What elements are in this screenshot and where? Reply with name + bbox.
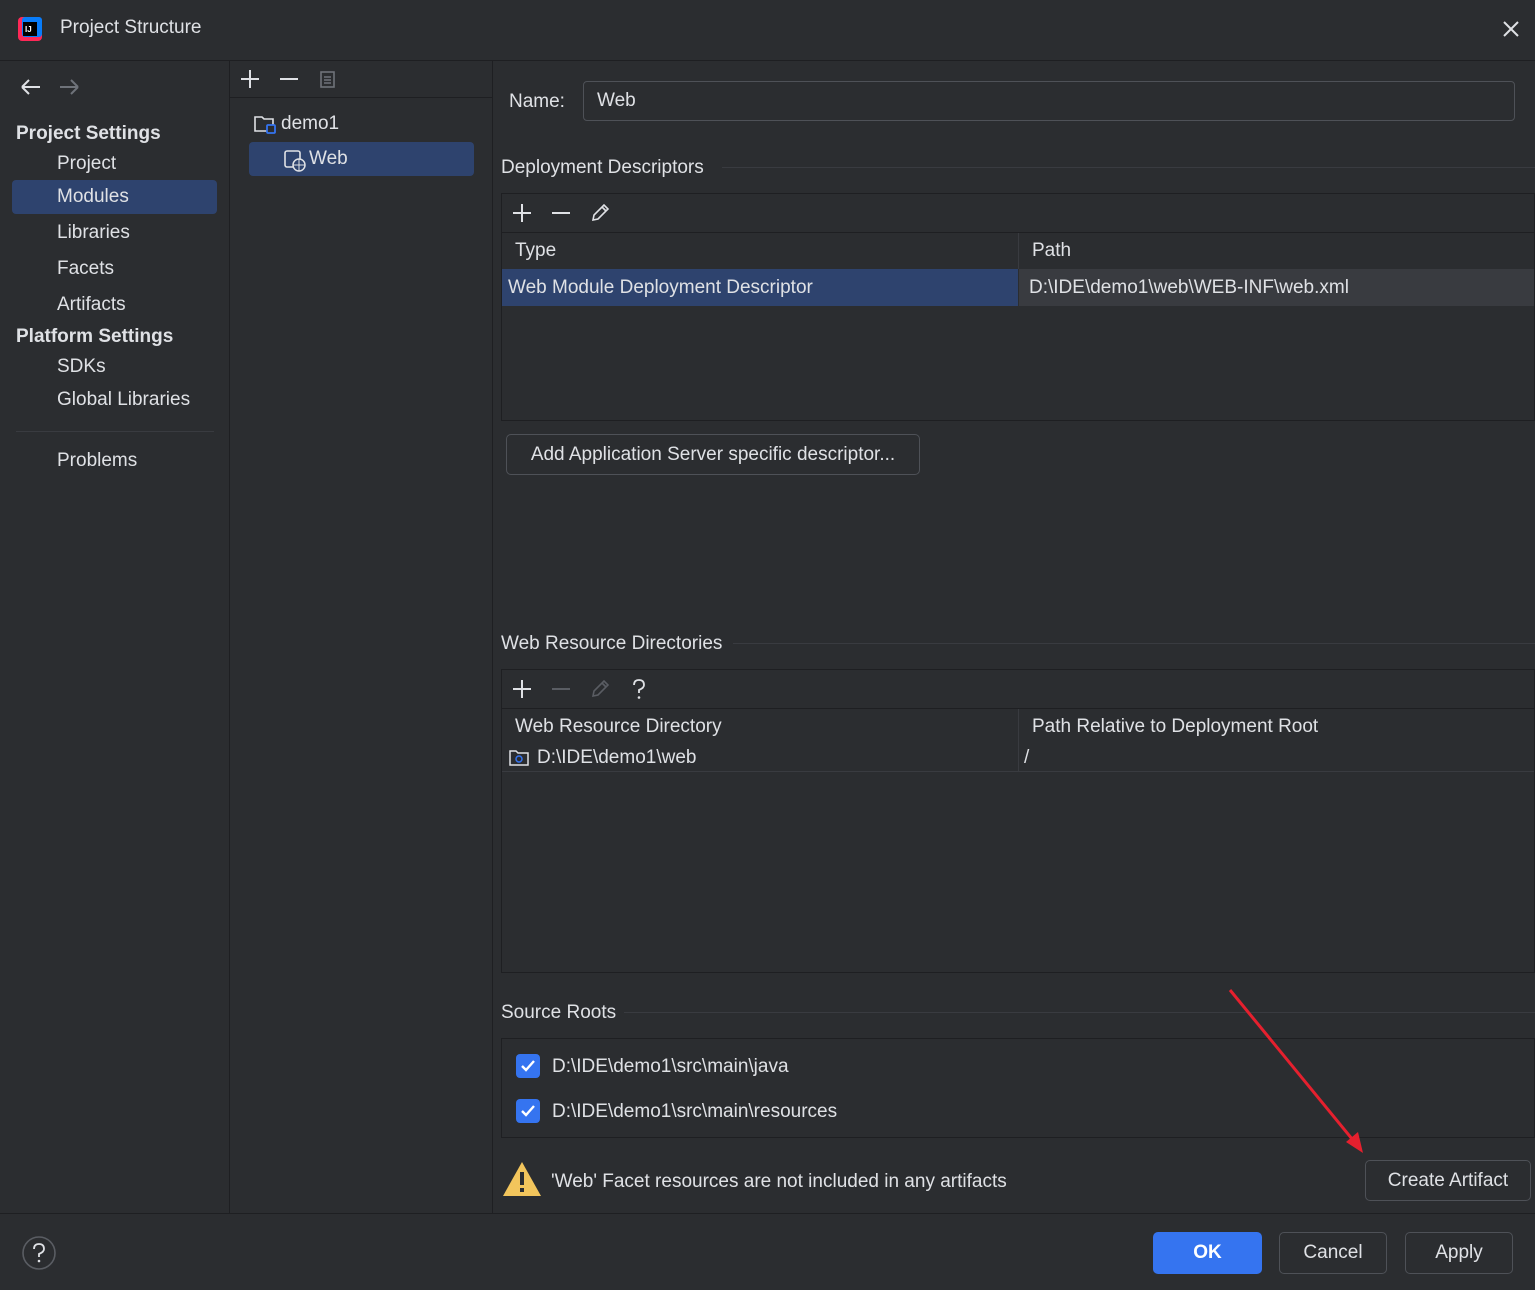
tree-node-label: demo1 bbox=[281, 113, 340, 134]
intellij-logo-icon: IJ bbox=[18, 17, 42, 41]
edit-icon[interactable] bbox=[588, 677, 612, 701]
nav-item-artifacts[interactable]: Artifacts bbox=[12, 288, 217, 322]
add-server-descriptor-button[interactable]: Add Application Server specific descript… bbox=[506, 434, 920, 475]
name-input[interactable]: Web bbox=[583, 81, 1515, 121]
module-folder-icon bbox=[254, 116, 276, 134]
deployment-descriptors-title: Deployment Descriptors bbox=[501, 157, 704, 178]
table-cell[interactable]: D:\IDE\demo1\web\WEB-INF\web.xml bbox=[1019, 269, 1534, 306]
section-divider bbox=[624, 1012, 1535, 1013]
close-icon[interactable] bbox=[1496, 14, 1526, 44]
annotation-arrow bbox=[1228, 989, 1363, 1153]
web-resource-directories-title: Web Resource Directories bbox=[501, 633, 723, 654]
edit-icon[interactable] bbox=[588, 201, 612, 225]
nav-divider bbox=[16, 431, 214, 432]
tree-node-demo1[interactable]: demo1 bbox=[249, 107, 474, 141]
source-roots-list: D:\IDE\demo1\src\main\java D:\IDE\demo1\… bbox=[501, 1038, 1535, 1138]
nav-item-libraries[interactable]: Libraries bbox=[12, 216, 217, 250]
relative-path-cell: / bbox=[1024, 747, 1030, 768]
section-divider bbox=[722, 167, 1535, 168]
add-icon[interactable] bbox=[510, 677, 534, 701]
add-icon[interactable] bbox=[238, 67, 262, 91]
section-divider bbox=[733, 643, 1535, 644]
create-artifact-button[interactable]: Create Artifact bbox=[1365, 1160, 1531, 1201]
remove-icon[interactable] bbox=[549, 677, 573, 701]
column-separator bbox=[1018, 233, 1019, 269]
remove-icon[interactable] bbox=[549, 201, 573, 225]
nav-item-global-libraries[interactable]: Global Libraries bbox=[12, 383, 217, 417]
tree-node-web[interactable]: Web bbox=[249, 142, 474, 176]
source-root-path: D:\IDE\demo1\src\main\java bbox=[552, 1056, 789, 1077]
web-resources-toolbar bbox=[502, 670, 1534, 709]
web-resource-directory-cell: D:\IDE\demo1\web bbox=[537, 747, 697, 768]
descriptors-toolbar bbox=[502, 194, 1534, 233]
svg-text:IJ: IJ bbox=[25, 25, 32, 34]
column-separator bbox=[1018, 709, 1019, 745]
descriptor-path-cell: D:\IDE\demo1\web\WEB-INF\web.xml bbox=[1029, 277, 1349, 298]
column-header-path[interactable]: Path bbox=[1019, 233, 1534, 269]
nav-item-facets[interactable]: Facets bbox=[12, 252, 217, 286]
web-resource-directories-table: Web Resource Directory Path Relative to … bbox=[501, 669, 1535, 973]
checkmark-icon bbox=[521, 1060, 535, 1072]
descriptor-type-cell: Web Module Deployment Descriptor bbox=[508, 277, 813, 298]
cancel-button[interactable]: Cancel bbox=[1279, 1232, 1387, 1274]
column-header-type[interactable]: Type bbox=[502, 233, 1018, 269]
add-icon[interactable] bbox=[510, 201, 534, 225]
nav-item-sdks[interactable]: SDKs bbox=[12, 350, 217, 384]
column-header-relative-path[interactable]: Path Relative to Deployment Root bbox=[1019, 709, 1534, 745]
web-facet-icon bbox=[284, 150, 306, 172]
source-root-checkbox[interactable] bbox=[516, 1099, 540, 1123]
tree-node-label: Web bbox=[309, 148, 348, 169]
help-icon[interactable] bbox=[21, 1235, 57, 1271]
forward-arrow-icon[interactable] bbox=[56, 76, 82, 98]
copy-icon[interactable] bbox=[316, 67, 340, 91]
remove-icon[interactable] bbox=[277, 67, 301, 91]
help-icon[interactable] bbox=[627, 677, 651, 701]
table-row[interactable]: D:\IDE\demo1\web / bbox=[502, 745, 1534, 772]
source-root-path: D:\IDE\demo1\src\main\resources bbox=[552, 1101, 838, 1122]
column-separator bbox=[1018, 745, 1019, 771]
project-settings-header: Project Settings bbox=[16, 123, 161, 144]
module-tree-panel bbox=[230, 61, 493, 1213]
table-row[interactable]: Web Module Deployment Descriptor bbox=[502, 269, 1018, 306]
deployment-descriptors-table: Type Path Web Module Deployment Descript… bbox=[501, 193, 1535, 421]
name-label: Name: bbox=[509, 91, 565, 112]
module-tree-toolbar bbox=[230, 61, 492, 98]
web-folder-icon bbox=[509, 750, 529, 766]
platform-settings-header: Platform Settings bbox=[16, 326, 174, 347]
window-title: Project Structure bbox=[60, 17, 202, 38]
source-roots-title: Source Roots bbox=[501, 1002, 617, 1023]
apply-button[interactable]: Apply bbox=[1405, 1232, 1513, 1274]
nav-item-modules[interactable]: Modules bbox=[12, 180, 217, 214]
checkmark-icon bbox=[521, 1105, 535, 1117]
warning-icon bbox=[503, 1162, 541, 1196]
nav-item-project[interactable]: Project bbox=[12, 147, 217, 181]
title-bar bbox=[0, 0, 1535, 61]
nav-item-problems[interactable]: Problems bbox=[12, 444, 217, 478]
source-root-checkbox[interactable] bbox=[516, 1054, 540, 1078]
column-header-web-resource-directory[interactable]: Web Resource Directory bbox=[502, 709, 1018, 745]
warning-message: 'Web' Facet resources are not included i… bbox=[551, 1171, 1007, 1192]
ok-button[interactable]: OK bbox=[1153, 1232, 1262, 1274]
back-arrow-icon[interactable] bbox=[18, 76, 44, 98]
